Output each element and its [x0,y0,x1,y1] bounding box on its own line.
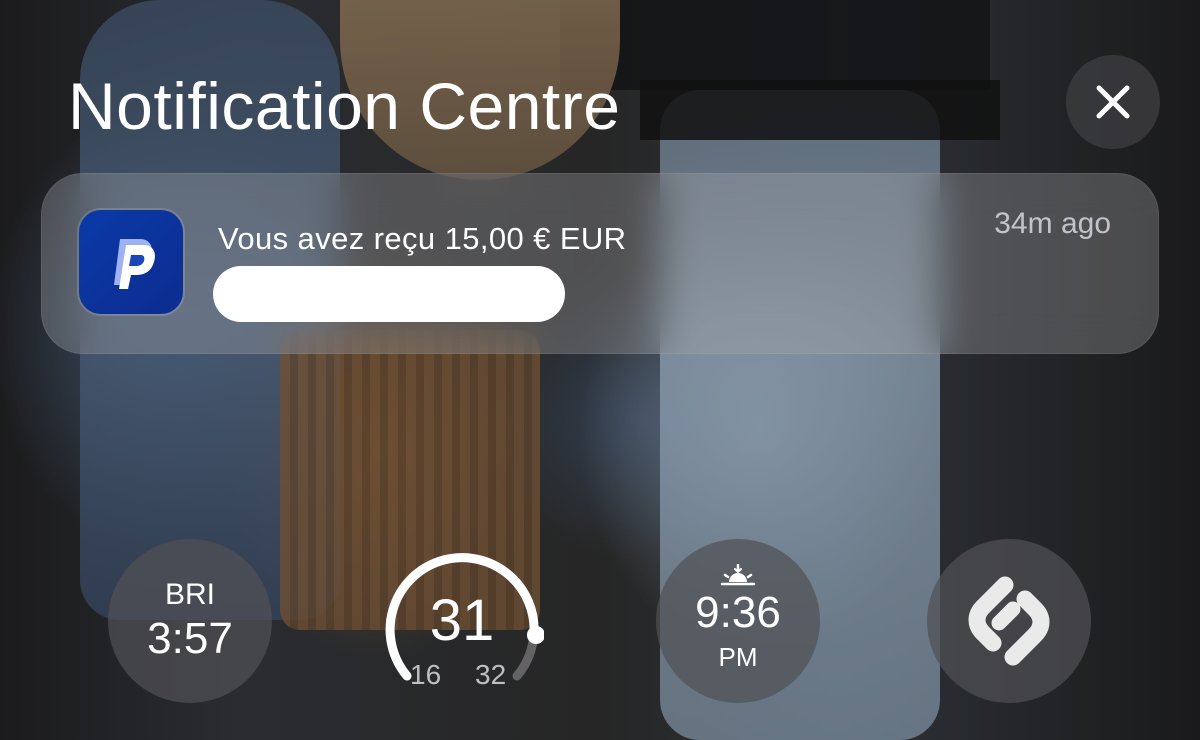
sunrise-time: 9:36 [695,587,781,637]
shazam-icon [968,576,1050,666]
world-clock-widget[interactable]: BRI 3:57 [108,539,272,703]
background-photo-belt [640,80,1000,140]
redacted-sender [213,266,565,322]
sunrise-ampm: PM [718,641,758,672]
shazam-widget[interactable] [927,539,1091,703]
close-button[interactable] [1066,55,1160,149]
temperature-low: 16 [410,659,442,690]
sunrise-icon [720,563,756,585]
background-photo-dark [560,0,990,90]
notification-time: 34m ago [994,207,1111,240]
clock-time: 3:57 [147,614,233,663]
sunrise-widget[interactable]: 9:36 PM [656,539,820,703]
notification-card[interactable]: Vous avez reçu 15,00 € EUR 34m ago [41,173,1159,354]
temperature-widget[interactable]: 31 16 32 [380,539,544,703]
temperature-current: 31 [429,588,495,653]
notification-title: Vous avez reçu 15,00 € EUR [218,221,627,256]
close-icon [1096,85,1130,119]
paypal-icon [79,210,183,314]
temperature-high: 32 [475,659,507,690]
page-title: Notification Centre [68,69,621,143]
clock-city: BRI [164,578,215,611]
